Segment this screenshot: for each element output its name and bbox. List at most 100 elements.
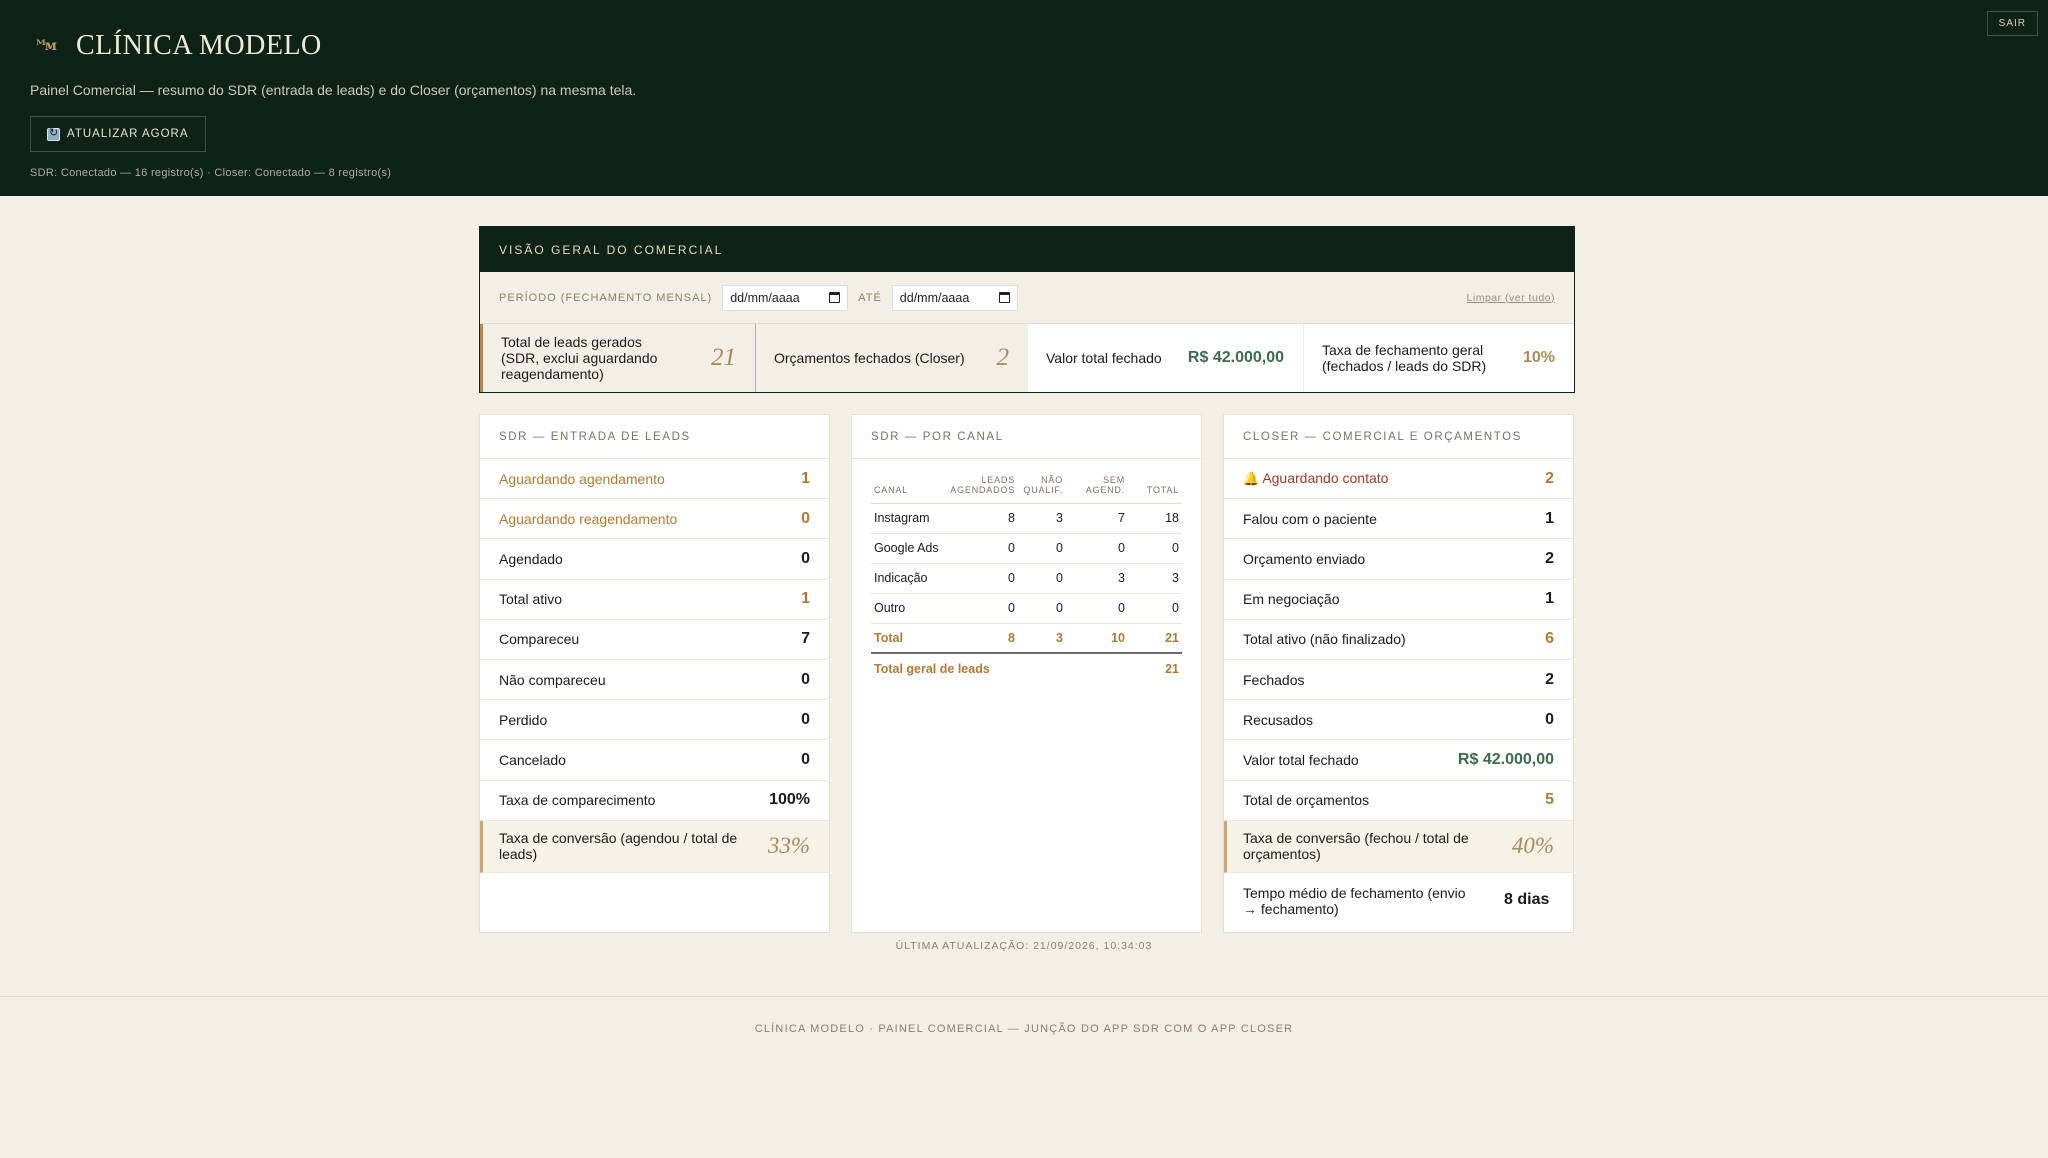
closer-row-total-value: Valor total fechado R$ 42.000,00 (1224, 740, 1573, 781)
closer-row-negotiating: Em negociação 1 (1224, 580, 1573, 620)
closer-row-budget-sent: Orçamento enviado 2 (1224, 539, 1573, 580)
sdr-row-attendance-rate: Taxa de comparecimento 100% (480, 781, 829, 821)
date-to-input[interactable]: dd/mm/aaaa (891, 284, 1018, 311)
column-header: SEM AGEND. (1066, 475, 1128, 504)
row-label: Compareceu (499, 631, 580, 648)
row-value: 8 dias (1504, 891, 1550, 909)
row-label: Perdido (499, 711, 548, 728)
cell: 0 (1066, 533, 1128, 564)
cell: 8 (947, 503, 1018, 534)
row-value: 5 (1545, 791, 1554, 809)
row-value: 0 (801, 549, 810, 567)
sdr-row-awaiting-rescheduling: Aguardando reagendamento 0 (480, 499, 829, 540)
cell: 3 (1018, 623, 1066, 655)
row-value: 0 (801, 509, 810, 527)
closer-panel: CLOSER — COMERCIAL E ORÇAMENTOS 🔔 Aguard… (1223, 414, 1574, 933)
row-label: Valor total fechado (1243, 751, 1359, 768)
clear-filter-link[interactable]: Limpar (ver tudo) (1467, 292, 1555, 304)
row-value: 1 (1545, 590, 1554, 608)
closer-row-awaiting-contact: 🔔 Aguardando contato 2 (1224, 459, 1573, 500)
kpi-label: Total de leads gerados (SDR, exclui agua… (501, 333, 658, 383)
calendar-icon[interactable] (829, 292, 841, 303)
row-value: 2 (1545, 549, 1554, 567)
kpi-value: 10% (1522, 349, 1555, 366)
sdr-row-scheduled: Agendado 0 (480, 539, 829, 580)
row-value: 1 (801, 590, 810, 608)
kpi-total-leads: Total de leads gerados (SDR, exclui agua… (480, 324, 755, 392)
row-label: Tempo médio de fechamento (envio → fecha… (1243, 884, 1466, 917)
row-value: 40% (1511, 833, 1554, 859)
row-label: Recusados (1243, 711, 1314, 728)
period-filter: PERÍODO (FECHAMENTO MENSAL) dd/mm/aaaa A… (480, 272, 1574, 324)
calendar-icon[interactable] (998, 292, 1010, 303)
cell: 10 (1066, 623, 1128, 655)
cell: 0 (1018, 593, 1066, 624)
column-header: TOTAL (1128, 475, 1182, 504)
closer-row-total-active: Total ativo (não finalizado) 6 (1224, 620, 1573, 660)
connection-status: SDR: Conectado — 16 registro(s) · Closer… (30, 167, 392, 179)
row-value: 0 (801, 670, 810, 688)
cell: 0 (947, 593, 1018, 624)
row-label: 🔔 Aguardando contato (1243, 470, 1388, 487)
row-label: Em negociação (1243, 591, 1340, 608)
sdr-row-conversion-rate: Taxa de conversão (agendou / total de le… (480, 820, 829, 873)
row-value: 1 (1545, 509, 1554, 527)
sdr-row-lost: Perdido 0 (480, 700, 829, 741)
row-label: Cancelado (499, 751, 566, 768)
row-value: 2 (1545, 670, 1554, 688)
refresh-now-button[interactable]: ATUALIZAR AGORA (30, 116, 206, 152)
channel-panel-title: SDR — POR CANAL (852, 415, 1201, 459)
kpi-value: R$ 42.000,00 (1187, 349, 1284, 366)
cell: 0 (1018, 563, 1066, 594)
cell: Total (871, 623, 948, 655)
row-label: Taxa de comparecimento (499, 792, 656, 809)
kpi-row: Total de leads gerados (SDR, exclui agua… (480, 324, 1574, 392)
closer-panel-title: CLOSER — COMERCIAL E ORÇAMENTOS (1224, 415, 1573, 459)
row-label: Total ativo (não finalizado) (1243, 631, 1406, 648)
cell: 7 (1066, 503, 1128, 534)
row-label: Taxa de conversão (agendou / total de le… (499, 830, 738, 863)
closer-row-conversion-rate: Taxa de conversão (fechou / total de orç… (1224, 820, 1573, 873)
cell: 3 (1128, 563, 1182, 594)
logout-button[interactable]: SAIR (1986, 11, 2038, 36)
page-footer: CLÍNICA MODELO · PAINEL COMERCIAL — JUNÇ… (0, 996, 2048, 1035)
last-update: ÚLTIMA ATUALIZAÇÃO: 21/09/2026, 10:34:03 (895, 940, 1153, 952)
row-label: Agendado (499, 550, 563, 567)
row-label: Fechados (1243, 671, 1305, 688)
cell: 18 (1128, 503, 1182, 534)
row-label-text: Aguardando contato (1262, 470, 1389, 487)
table-grand-total-row: Total geral de leads 21 (871, 653, 1182, 683)
kpi-label: Orçamentos fechados (Closer) (774, 349, 965, 366)
kpi-value: 21 (711, 344, 736, 371)
cell: 3 (1018, 503, 1066, 534)
column-header: NÃO QUALIF. (1018, 475, 1066, 504)
app-header: ᴹᴍ CLÍNICA MODELO Painel Comercial — res… (0, 0, 2048, 196)
cell: 21 (1128, 623, 1182, 655)
closer-row-total-budgets: Total de orçamentos 5 (1224, 781, 1573, 821)
until-label: ATÉ (858, 291, 882, 304)
brand-title: CLÍNICA MODELO (76, 30, 322, 61)
cell: Total geral de leads (874, 661, 990, 676)
row-label: Aguardando reagendamento (499, 510, 678, 527)
channel-table: CANAL LEADS AGENDADOS NÃO QUALIF. SEM AG… (871, 475, 1182, 683)
commercial-overview: VISÃO GERAL DO COMERCIAL PERÍODO (FECHAM… (479, 226, 1575, 393)
row-value: 33% (767, 833, 810, 859)
date-from-input[interactable]: dd/mm/aaaa (722, 284, 849, 311)
table-header-row: CANAL LEADS AGENDADOS NÃO QUALIF. SEM AG… (871, 475, 1182, 504)
cell: 0 (947, 563, 1018, 594)
sdr-panel: SDR — ENTRADA DE LEADS Aguardando agenda… (479, 414, 830, 933)
period-label: PERÍODO (FECHAMENTO MENSAL) (499, 291, 713, 304)
overview-title: VISÃO GERAL DO COMERCIAL (480, 227, 1574, 272)
table-row: Indicação 0 0 3 3 (871, 563, 1182, 594)
refresh-icon (47, 126, 60, 141)
date-from-placeholder: dd/mm/aaaa (730, 290, 800, 305)
column-header: CANAL (871, 475, 948, 504)
cell: 0 (1128, 593, 1182, 624)
kpi-closed-budgets: Orçamentos fechados (Closer) 2 (755, 324, 1028, 392)
row-label: Total de orçamentos (1243, 792, 1370, 809)
bell-icon: 🔔 (1243, 471, 1260, 487)
row-value: 100% (769, 791, 810, 809)
sdr-row-awaiting-scheduling: Aguardando agendamento 1 (480, 459, 829, 500)
row-value: 2 (1545, 469, 1554, 487)
table-row: Google Ads 0 0 0 0 (871, 533, 1182, 564)
